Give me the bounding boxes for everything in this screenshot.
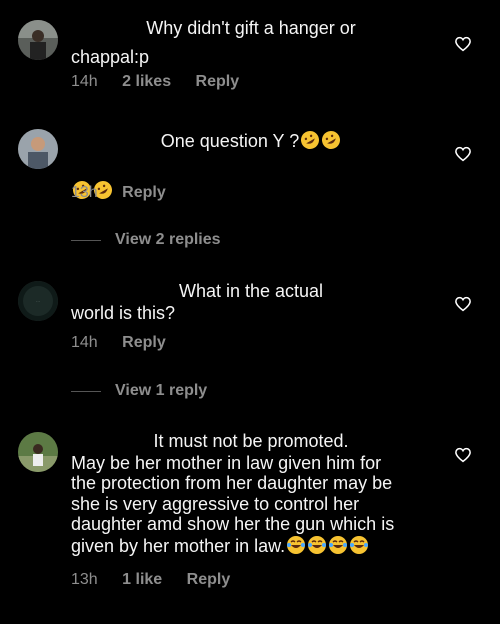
comment-body: world is this? — [71, 302, 176, 323]
replies-divider — [71, 390, 101, 392]
avatar[interactable] — [18, 432, 58, 472]
tears-of-joy-emoji — [350, 535, 369, 554]
comment-likes[interactable]: 2 likes — [122, 73, 171, 90]
comment-first-line: One question Y ? — [71, 130, 431, 152]
comment-first-line: Why didn't gift a hanger or — [146, 18, 356, 38]
comment-meta: 13h 1 like Reply — [71, 571, 230, 589]
heart-outline-icon[interactable] — [454, 35, 472, 53]
comment-likes[interactable]: 1 like — [122, 571, 162, 588]
avatar[interactable] — [18, 129, 58, 169]
comment-time: 13h — [71, 184, 98, 201]
tears-of-joy-emoji — [287, 535, 306, 554]
comment-text: What in the actual world is this? — [71, 281, 431, 323]
comment-meta: 14h Reply — [71, 334, 166, 352]
reply-button[interactable]: Reply — [187, 571, 231, 588]
comment-meta: 14h 2 likes Reply — [71, 73, 239, 91]
avatar[interactable] — [18, 20, 58, 60]
comment-meta: 13h Reply — [71, 184, 166, 202]
comment-body: chappal:p — [71, 46, 150, 67]
comment-time: 14h — [71, 73, 98, 90]
comment-first-line: It must not be promoted. — [153, 431, 349, 451]
rolling-on-floor-laughing-emoji — [301, 131, 320, 149]
comment-text: It must not be promoted. May be her moth… — [71, 431, 431, 556]
comment-time: 13h — [71, 571, 98, 588]
comment-first-line: What in the actual — [178, 281, 324, 301]
comment-body: May be her mother in law given him for t… — [71, 453, 431, 557]
view-replies-label: View 1 reply — [115, 382, 208, 399]
replies-divider — [71, 239, 101, 241]
rolling-on-floor-laughing-emoji — [322, 131, 341, 149]
reply-button[interactable]: Reply — [196, 73, 240, 90]
heart-outline-icon[interactable] — [454, 145, 472, 163]
comment-first-line-text: One question Y ? — [160, 131, 300, 151]
reply-button[interactable]: Reply — [122, 334, 166, 351]
comment-text: Why didn't gift a hanger or chappal:p — [71, 18, 431, 67]
comment-time: 14h — [71, 334, 98, 351]
view-replies-button[interactable]: View 1 reply — [71, 382, 207, 400]
comments-feed: Why didn't gift a hanger or chappal:p 14… — [0, 0, 500, 624]
view-replies-button[interactable]: View 2 replies — [71, 231, 221, 249]
heart-outline-icon[interactable] — [454, 446, 472, 464]
view-replies-label: View 2 replies — [115, 231, 221, 248]
tears-of-joy-emoji — [329, 535, 348, 554]
svg-text:···: ··· — [36, 299, 40, 304]
tears-of-joy-emoji — [308, 535, 327, 554]
avatar[interactable]: ··· — [18, 281, 58, 321]
reply-button[interactable]: Reply — [122, 184, 166, 201]
heart-outline-icon[interactable] — [454, 295, 472, 313]
